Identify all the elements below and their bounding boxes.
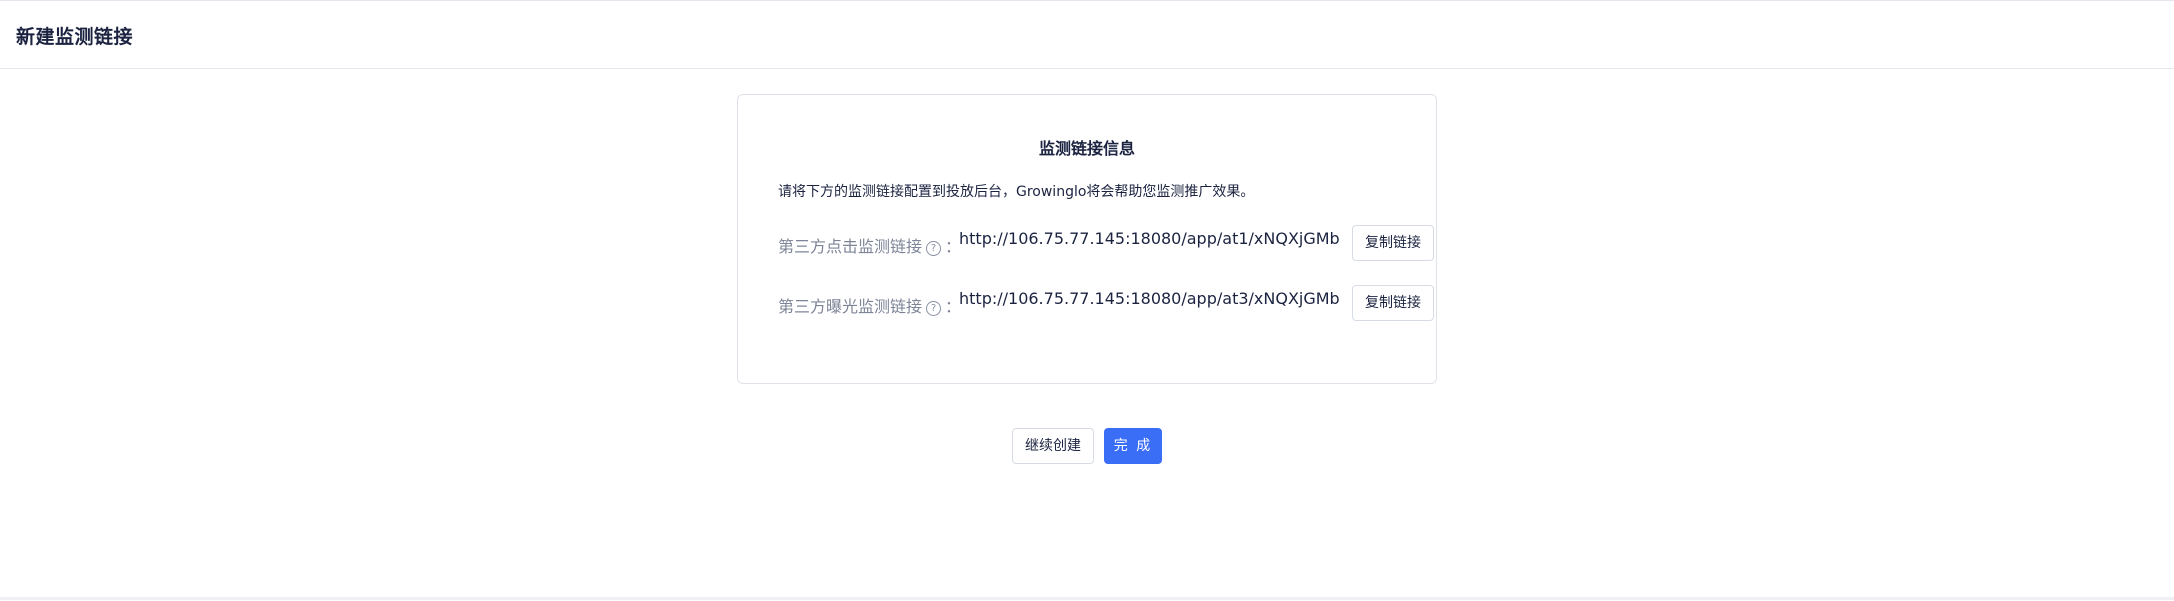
page-header: 新建监测链接	[0, 1, 2174, 69]
click-monitor-link-label: 第三方点击监测链接	[778, 237, 923, 256]
question-circle-icon[interactable]: ?	[926, 301, 942, 316]
done-button[interactable]: 完 成	[1104, 428, 1162, 464]
click-monitor-link-row: 第三方点击监测链接?： http://106.75.77.145:18080/a…	[778, 225, 1434, 261]
question-circle-icon[interactable]: ?	[926, 241, 942, 256]
impression-monitor-link-url: http://106.75.77.145:18080/app/at3/xNQXj…	[959, 289, 1340, 308]
monitor-link-card: 监测链接信息 请将下方的监测链接配置到投放后台，Growinglo将会帮助您监测…	[737, 94, 1437, 384]
click-monitor-link-label-group: 第三方点击监测链接?：	[778, 233, 961, 257]
click-monitor-link-url: http://106.75.77.145:18080/app/at1/xNQXj…	[959, 229, 1340, 248]
continue-create-button[interactable]: 继续创建	[1012, 428, 1094, 464]
card-title: 监测链接信息	[1038, 139, 1135, 158]
card-description: 请将下方的监测链接配置到投放后台，Growinglo将会帮助您监测推广效果。	[778, 184, 1255, 200]
impression-monitor-link-row: 第三方曝光监测链接?： http://106.75.77.145:18080/a…	[778, 285, 1434, 321]
bottom-border	[0, 597, 2174, 600]
action-bar: 继续创建 完 成	[0, 428, 2174, 466]
impression-monitor-link-label: 第三方曝光监测链接	[778, 297, 923, 316]
impression-monitor-link-label-group: 第三方曝光监测链接?：	[778, 293, 961, 317]
copy-click-link-button[interactable]: 复制链接	[1352, 225, 1434, 261]
copy-impression-link-button[interactable]: 复制链接	[1352, 285, 1434, 321]
page-title: 新建监测链接	[16, 26, 134, 48]
